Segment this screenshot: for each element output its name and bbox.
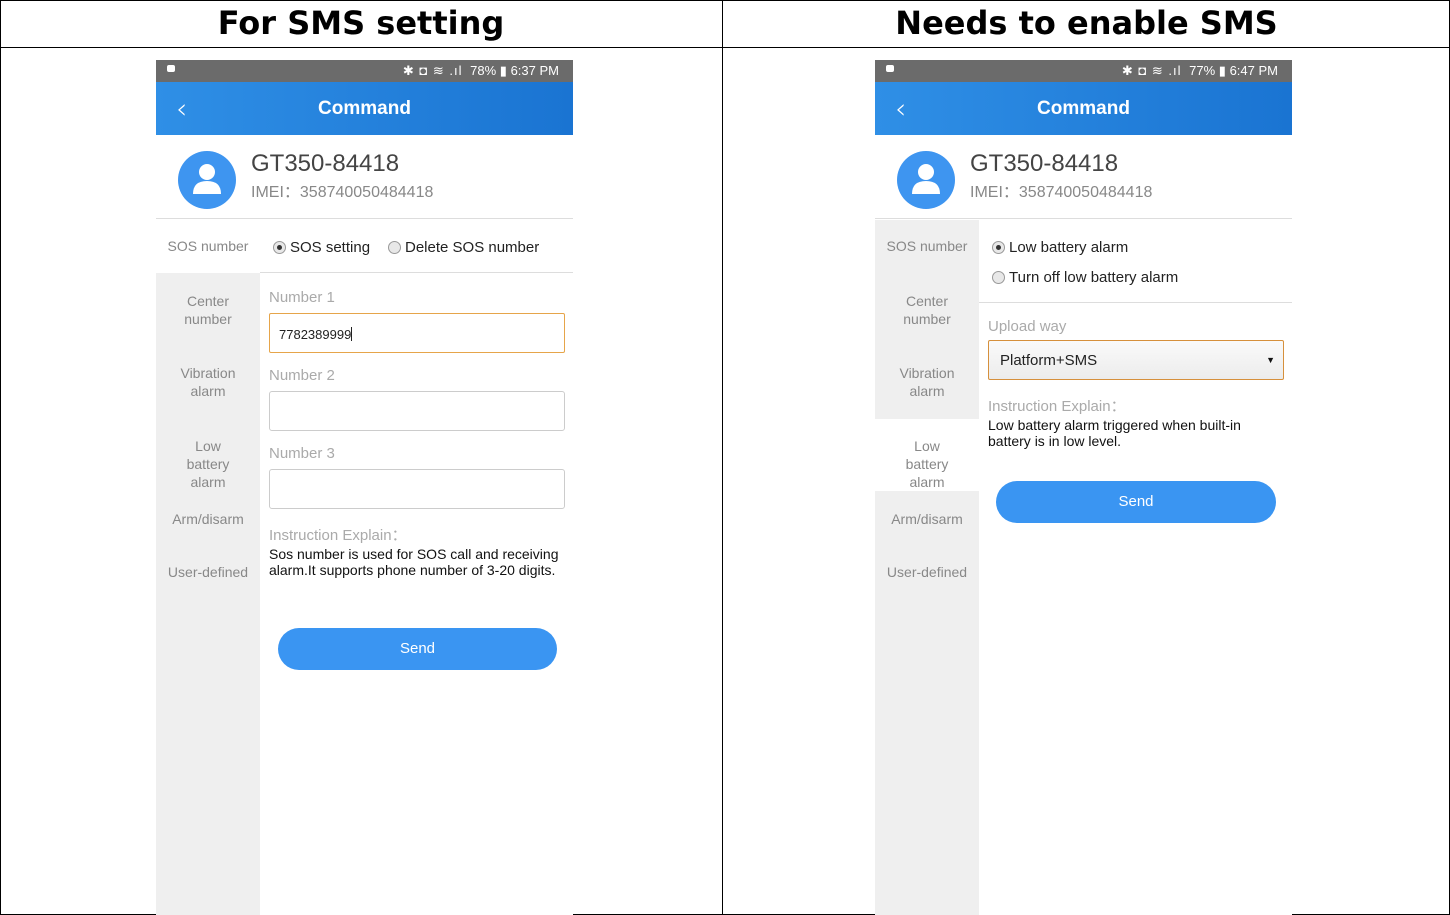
battery-icon: ▮	[499, 63, 507, 78]
number-1-label: Number 1	[269, 289, 335, 306]
left-column-heading: For SMS setting	[217, 4, 505, 42]
avatar	[178, 151, 236, 209]
sidebar-item-sos-number[interactable]: SOS number	[875, 220, 979, 273]
send-button[interactable]: Send	[996, 481, 1276, 523]
device-imei: IMEI：358740050484418	[251, 184, 434, 201]
page-title: Command	[1037, 98, 1130, 119]
instruction-explain-text: Low battery alarm triggered when built-i…	[988, 417, 1241, 449]
battery-level: 78%	[470, 63, 497, 78]
sos-mode-options: SOS setting Delete SOS number	[260, 220, 573, 273]
alarm-icon	[886, 65, 894, 72]
clock: 6:37 PM	[510, 63, 559, 78]
radio-selected-icon	[992, 241, 1005, 254]
device-info: GT350-84418 IMEI：358740050484418	[875, 135, 1292, 219]
number-1-input[interactable]: 7782389999	[269, 313, 565, 353]
instruction-explain-label: Instruction Explain：	[988, 398, 1126, 415]
battery-level: 77%	[1189, 63, 1216, 78]
device-info: GT350-84418 IMEI：358740050484418	[156, 135, 573, 219]
device-name: GT350-84418	[970, 150, 1119, 177]
user-icon	[912, 164, 940, 194]
sidebar-item-center-number[interactable]: Center number	[156, 292, 260, 328]
sidebar-item-vibration-alarm[interactable]: Vibration alarm	[875, 364, 979, 400]
number-3-label: Number 3	[269, 445, 335, 462]
clock: 6:47 PM	[1229, 63, 1278, 78]
radio-selected-icon	[273, 241, 286, 254]
table-row-divider	[0, 47, 1450, 48]
upload-way-label: Upload way	[988, 318, 1067, 335]
device-name: GT350-84418	[251, 150, 400, 177]
sidebar-item-low-battery-alarm[interactable]: Low battery alarm	[156, 437, 260, 490]
instruction-explain-label: Instruction Explain：	[269, 527, 407, 544]
sidebar-item-arm-disarm[interactable]: Arm/disarm	[875, 510, 979, 528]
command-content: Low battery alarm Turn off low battery a…	[979, 220, 1292, 915]
upload-way-select[interactable]: Platform+SMS ▼	[988, 340, 1284, 380]
sidebar-item-user-defined[interactable]: User-defined	[156, 563, 260, 581]
sidebar-item-user-defined[interactable]: User-defined	[875, 563, 979, 581]
command-content: SOS setting Delete SOS number Number 1 7…	[260, 220, 573, 915]
status-bar: ✱ ◘ ≋ .ıl 78% ▮ 6:37 PM	[156, 60, 573, 82]
app-header: ‹ Command	[156, 82, 573, 135]
low-battery-options: Low battery alarm Turn off low battery a…	[979, 220, 1292, 303]
status-icons: ✱ ◘ ≋ .ıl	[1121, 63, 1182, 78]
table-column-divider	[722, 0, 723, 915]
sidebar-item-sos-number[interactable]: SOS number	[156, 220, 260, 273]
number-2-input[interactable]	[269, 391, 565, 431]
text-caret	[351, 327, 353, 341]
app-header: ‹ Command	[875, 82, 1292, 135]
alarm-icon	[167, 65, 175, 72]
sidebar-item-vibration-alarm[interactable]: Vibration alarm	[156, 364, 260, 400]
turn-off-low-battery-alarm-radio[interactable]: Turn off low battery alarm	[992, 269, 1178, 286]
user-icon	[193, 164, 221, 194]
send-button[interactable]: Send	[278, 628, 557, 670]
sos-setting-radio[interactable]: SOS setting	[273, 239, 370, 256]
device-imei: IMEI：358740050484418	[970, 184, 1153, 201]
command-sidebar: SOS number Center number Vibration alarm…	[875, 220, 979, 915]
sidebar-item-center-number[interactable]: Center number	[875, 292, 979, 328]
battery-icon: ▮	[1218, 63, 1226, 78]
number-3-input[interactable]	[269, 469, 565, 509]
page-title: Command	[318, 98, 411, 119]
sidebar-item-low-battery-alarm[interactable]: Low battery alarm	[875, 419, 979, 491]
phone-screenshot-sos: ✱ ◘ ≋ .ıl 78% ▮ 6:37 PM ‹ Command GT350-…	[156, 60, 573, 915]
avatar	[897, 151, 955, 209]
radio-unselected-icon	[992, 271, 1005, 284]
right-column-heading: Needs to enable SMS	[895, 4, 1278, 42]
dropdown-arrow-icon: ▼	[1266, 355, 1275, 365]
phone-screenshot-low-battery: ✱ ◘ ≋ .ıl 77% ▮ 6:47 PM ‹ Command GT350-…	[875, 60, 1292, 915]
delete-sos-number-radio[interactable]: Delete SOS number	[388, 239, 539, 256]
radio-unselected-icon	[388, 241, 401, 254]
sidebar-item-arm-disarm[interactable]: Arm/disarm	[156, 510, 260, 528]
instruction-explain-text: Sos number is used for SOS call and rece…	[269, 546, 559, 578]
status-bar: ✱ ◘ ≋ .ıl 77% ▮ 6:47 PM	[875, 60, 1292, 82]
command-sidebar: SOS number Center number Vibration alarm…	[156, 220, 260, 915]
number-2-label: Number 2	[269, 367, 335, 384]
status-icons: ✱ ◘ ≋ .ıl	[402, 63, 463, 78]
low-battery-alarm-radio[interactable]: Low battery alarm	[992, 239, 1128, 256]
